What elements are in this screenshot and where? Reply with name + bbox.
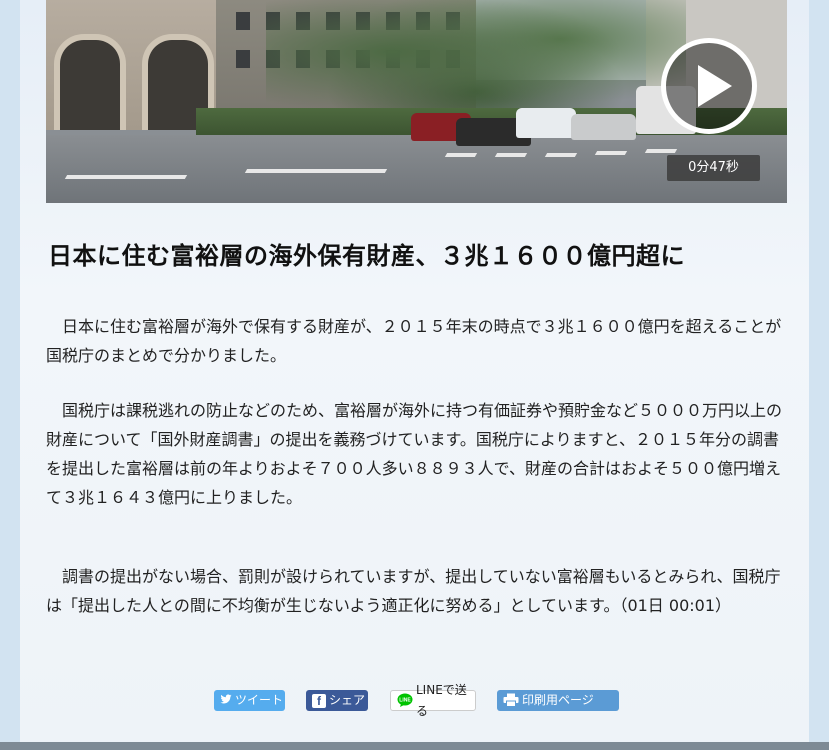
article-headline: 日本に住む富裕層の海外保有財産、３兆１６００億円超に <box>48 242 685 270</box>
bottom-bar <box>0 742 829 750</box>
video-scene-car <box>571 114 636 140</box>
video-scene-building <box>46 0 221 130</box>
article-paragraph: 日本に住む富裕層が海外で保有する財産が、２０１５年末の時点で３兆１６００億円を超… <box>46 317 782 365</box>
svg-text:LINE: LINE <box>399 697 411 703</box>
print-page-label: 印刷用ページ <box>522 693 594 707</box>
facebook-share-label: シェア <box>329 693 366 707</box>
play-button[interactable] <box>661 38 757 134</box>
line-share-label: LINEで送る <box>416 682 467 718</box>
video-thumbnail[interactable]: 0分47秒 <box>46 0 787 203</box>
print-page-button[interactable]: 印刷用ページ <box>497 690 619 711</box>
line-icon: LINE <box>397 693 413 709</box>
article-paragraph: 調書の提出がない場合、罰則が設けられていますが、提出していない富裕層もいるとみら… <box>46 567 781 615</box>
tweet-label: ツイート <box>235 693 284 707</box>
play-icon <box>698 65 732 107</box>
tweet-button[interactable]: ツイート <box>214 690 285 711</box>
video-scene-car <box>516 108 576 138</box>
facebook-icon: f <box>312 693 326 708</box>
video-duration-badge: 0分47秒 <box>667 155 760 181</box>
facebook-share-button[interactable]: f シェア <box>306 690 368 711</box>
printer-icon <box>503 693 519 709</box>
twitter-bird-icon <box>220 693 232 709</box>
article-paragraph: 国税庁は課税逃れの防止などのため、富裕層が海外に持つ有価証券や預貯金など５０００… <box>46 401 783 507</box>
line-share-button[interactable]: LINE LINEで送る <box>390 683 476 718</box>
